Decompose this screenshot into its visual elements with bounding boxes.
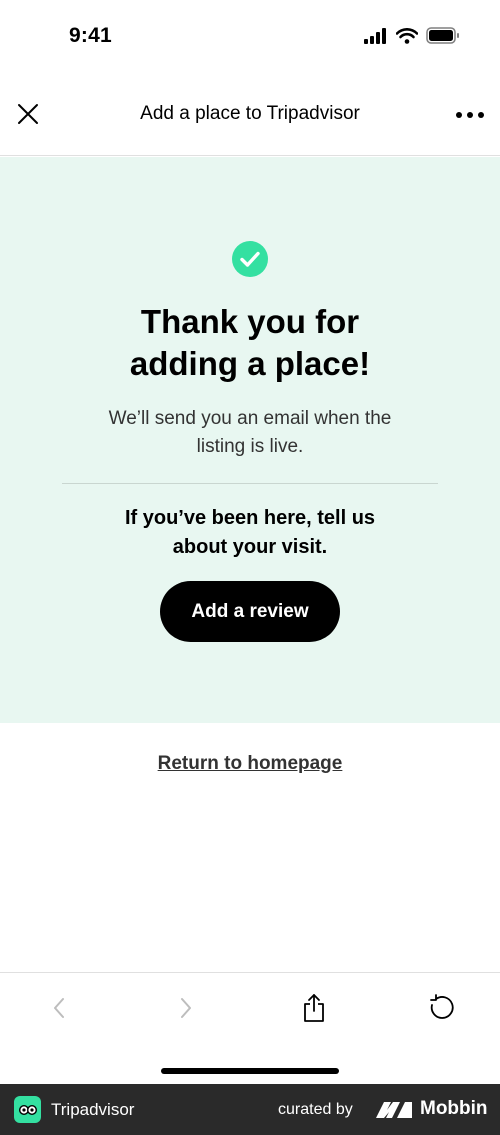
battery-icon	[426, 27, 459, 44]
tripadvisor-logo-icon	[14, 1096, 41, 1123]
curated-by-label: curated by	[278, 1101, 353, 1118]
add-review-button[interactable]: Add a review	[160, 581, 340, 642]
success-headline: Thank you for adding a place!	[0, 301, 500, 385]
message-line-2: listing is live.	[196, 436, 304, 457]
confirmation-message: We’ll send you an email when the listing…	[60, 405, 440, 461]
review-prompt: If you’ve been here, tell us about your …	[80, 504, 420, 562]
home-indicator	[161, 1068, 339, 1074]
mobbin-brand: Mobbin	[420, 1098, 488, 1119]
app-name: Tripadvisor	[51, 1100, 135, 1119]
wifi-icon	[396, 27, 418, 44]
message-line-1: We’ll send you an email when the	[108, 408, 392, 429]
browser-toolbar	[0, 972, 500, 1084]
headline-line-1: Thank you for	[140, 303, 360, 340]
mobbin-logo-icon	[376, 1102, 412, 1118]
return-to-homepage-link[interactable]: Return to homepage	[0, 753, 500, 775]
more-icon[interactable]	[456, 103, 484, 127]
success-panel: Thank you for adding a place! We’ll send…	[0, 157, 500, 723]
check-circle-icon	[232, 241, 268, 277]
status-bar: 9:41	[0, 0, 500, 72]
forward-icon[interactable]	[171, 993, 201, 1023]
divider	[62, 483, 438, 484]
prompt-line-2: about your visit.	[172, 536, 328, 558]
back-icon[interactable]	[44, 993, 74, 1023]
page-title: Add a place to Tripadvisor	[140, 103, 360, 124]
mobbin-footer: Tripadvisor curated by Mobbin	[0, 1084, 500, 1135]
prompt-line-1: If you’ve been here, tell us	[124, 507, 376, 529]
page-header: Add a place to Tripadvisor	[0, 78, 500, 156]
status-time: 9:41	[69, 24, 112, 47]
share-icon[interactable]	[299, 993, 329, 1023]
refresh-icon[interactable]	[426, 993, 456, 1023]
status-icons	[364, 27, 460, 44]
signal-icon	[364, 27, 386, 44]
headline-line-2: adding a place!	[129, 345, 371, 382]
